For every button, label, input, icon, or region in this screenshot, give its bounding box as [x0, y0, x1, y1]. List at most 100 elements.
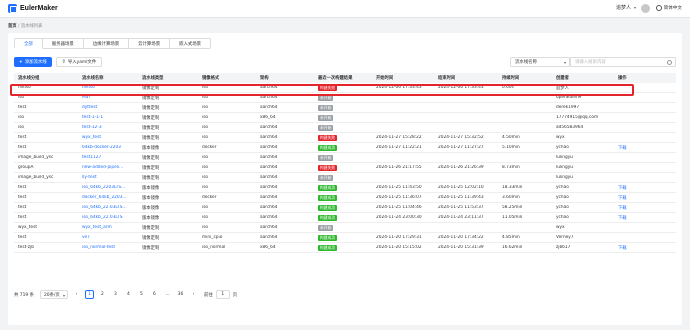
- status-cell: 构建失败: [314, 164, 372, 171]
- page-number[interactable]: ...: [163, 290, 172, 299]
- next-page-button[interactable]: ›: [189, 290, 198, 299]
- logo[interactable]: EulerMaker: [8, 4, 58, 13]
- download-link[interactable]: 下载: [614, 185, 676, 191]
- search-icon[interactable]: [667, 60, 672, 65]
- column-header: 最近一次构建结果: [318, 76, 353, 81]
- pipeline-name-link[interactable]: new-added-pipeli...: [78, 165, 138, 170]
- page-number[interactable]: 4: [124, 290, 133, 299]
- avatar[interactable]: [641, 4, 650, 13]
- search-placeholder: 请输入搜索内容: [575, 60, 606, 65]
- tab-server[interactable]: 服务器场景: [42, 38, 84, 49]
- table-row[interactable]: iso test-12-3 镜像定制 iso aarch64 未开始 ad56583964: [14, 123, 676, 133]
- table-cell: iso: [18, 125, 25, 130]
- tab-all[interactable]: 全部: [14, 38, 43, 49]
- user-menu[interactable]: 追梦人 ▾: [616, 4, 636, 11]
- table-cell: 2024-11-20 17:29:31: [376, 235, 422, 240]
- page-size-select[interactable]: 20条/页 ▾: [39, 290, 68, 299]
- download-link[interactable]: 下载: [614, 215, 676, 221]
- table-row[interactable]: test dyttest 镜像定制 iso aarch64 未开始 derek1997: [14, 103, 676, 113]
- table-row[interactable]: test wyx_test 镜像定制 iso aarch64 构建失败 2024-11-27…: [14, 133, 676, 143]
- table-cell: derek1997: [556, 105, 580, 110]
- table-row[interactable]: groupA new-added-pipeli... 镜像定制 iso aarch64 构…: [14, 163, 676, 173]
- pipeline-name-link[interactable]: 64kb-docker-2203: [78, 145, 138, 150]
- table-cell: iso: [202, 175, 209, 180]
- page-size-value: 20条/页: [43, 292, 60, 298]
- table-row[interactable]: wyx_test wyx_test_arm 镜像定制 iso aarch64 未开始 wyx: [14, 223, 676, 233]
- table-row[interactable]: test 64kb-docker-2203 版本镜像 docker aarch64 构建成…: [14, 143, 676, 153]
- table-row[interactable]: test iso_64kb_22.03LTS... 版本镜像 iso aarch64 构建…: [14, 203, 676, 213]
- pipeline-name-link[interactable]: wyx_test_arm: [78, 225, 138, 230]
- page-number[interactable]: 5: [137, 290, 146, 299]
- status-badge: 未开始: [318, 104, 334, 111]
- pipeline-name-link[interactable]: iso_64kb_22.03LTS...: [78, 205, 138, 210]
- table-cell: 3.60min: [502, 195, 520, 200]
- table-cell: aarch64: [260, 125, 278, 130]
- tab-cloud[interactable]: 云计算场景: [129, 38, 171, 49]
- table-cell: x86_64: [260, 245, 276, 250]
- page-list: 1 2 3 4 5 6... 36: [81, 290, 185, 299]
- table-cell: 11.05min: [502, 215, 523, 220]
- pipeline-name-link[interactable]: dyttest: [78, 105, 138, 110]
- pipeline-name-link[interactable]: test-12-3: [78, 125, 138, 130]
- table-cell: iso_normal: [202, 245, 226, 250]
- table-row[interactable]: test-zjb iso_normal-test 镜像定制 iso_normal x86…: [14, 243, 676, 253]
- table-row[interactable]: image_build_ysc test1127 镜像定制 iso aarch64 未开始…: [14, 153, 676, 163]
- table-cell: iso: [18, 115, 25, 120]
- pipeline-name-link[interactable]: wyx_test: [78, 135, 138, 140]
- pipeline-name-link[interactable]: lly-test: [78, 175, 138, 180]
- download-link[interactable]: 下载: [614, 145, 676, 151]
- table-row[interactable]: image_build_ysc lly-test 镜像定制 iso aarch64 未开始…: [14, 173, 676, 183]
- pipeline-name-link[interactable]: iso_64kb_2203LTS...: [78, 185, 138, 190]
- scenario-tabs: 全部 服务器场景 边缘计算场景 云计算场景 嵌入式场景: [14, 38, 212, 49]
- status-badge: 构建成功: [318, 204, 338, 211]
- table-cell: 2024-11-27 11:22:21: [376, 145, 422, 150]
- table-cell: 2024-11-25 11:53:37: [438, 205, 484, 210]
- user-name: 追梦人: [615, 5, 631, 11]
- table-cell: 版本镜像: [142, 195, 160, 201]
- table-cell: wyx: [556, 135, 565, 140]
- table-row[interactable]: iso test-1-1-1 镜像定制 iso x86_64 未开始 17774915@qq…: [14, 113, 676, 123]
- table-cell: test: [18, 205, 27, 210]
- page-number[interactable]: 6: [150, 290, 159, 299]
- download-link[interactable]: 下载: [614, 205, 676, 211]
- page-number[interactable]: 3: [111, 290, 120, 299]
- pipeline-name-link[interactable]: test1127: [78, 155, 138, 160]
- add-pipeline-button[interactable]: + 添加流水线: [14, 57, 52, 67]
- table-row[interactable]: test ve7 镜像定制 mini_cpio aarch64 构建成功 2024-11-2…: [14, 233, 676, 243]
- table-cell: iso: [202, 105, 209, 110]
- prev-page-button[interactable]: ‹: [72, 290, 81, 299]
- table-row[interactable]: test iso_64kb_2203LTS... 版本镜像 iso aarch64 构建成…: [14, 183, 676, 193]
- download-link[interactable]: 下载: [614, 245, 676, 251]
- tab-edge[interactable]: 边缘计算场景: [83, 38, 130, 49]
- status-badge: 未开始: [318, 114, 334, 121]
- table-cell: 镜像定制: [142, 245, 160, 251]
- pipeline-name-link[interactable]: ve7: [78, 235, 138, 240]
- import-yaml-button[interactable]: ⇪ 导入yaml文件: [55, 57, 103, 67]
- table-row[interactable]: test iso_64kb_22.03LTS 版本镜像 iso aarch64 构建成功 2…: [14, 213, 676, 223]
- search-input[interactable]: 请输入搜索内容: [570, 57, 676, 67]
- upload-icon: ⇪: [61, 59, 66, 65]
- table-cell: Verney7: [556, 235, 574, 240]
- logo-text: EulerMaker: [20, 5, 58, 12]
- status-cell: 构建成功: [314, 144, 372, 151]
- pipeline-name-link[interactable]: test-1-1-1: [78, 115, 138, 120]
- page-number[interactable]: 2: [98, 290, 107, 299]
- table-row[interactable]: test docker_64kb_2203... 版本镜像 docker aarch64…: [14, 193, 676, 203]
- table-cell: 2024-11-20 15:15:02: [376, 245, 422, 250]
- status-cell: 构建成功: [314, 184, 372, 191]
- status-badge: 构建成功: [318, 144, 338, 151]
- pipeline-name-link[interactable]: iso_normal-test: [78, 245, 138, 250]
- table-cell: 镜像定制: [142, 175, 160, 181]
- pagination: 共 719 条 20条/页 ▾ ‹ 1 2 3 4 5 6... 36 › 前往 1 页: [14, 290, 237, 299]
- table-cell: 2024-11-25 11:36:07: [376, 195, 422, 200]
- language-switch[interactable]: 简体中文: [655, 5, 682, 11]
- goto-page-input[interactable]: 1: [215, 290, 230, 299]
- page-number[interactable]: 1: [84, 290, 94, 299]
- pipeline-name-link[interactable]: docker_64kb_2203...: [78, 195, 138, 200]
- page-number[interactable]: 36: [176, 290, 185, 299]
- breadcrumb-home[interactable]: 首页: [8, 24, 17, 29]
- search-field-select[interactable]: 流水线名称 ▾: [510, 57, 570, 67]
- pipeline-name-link[interactable]: iso_64kb_22.03LTS: [78, 215, 138, 220]
- tab-embedded[interactable]: 嵌入式场景: [170, 38, 212, 49]
- download-link[interactable]: 下载: [614, 195, 676, 201]
